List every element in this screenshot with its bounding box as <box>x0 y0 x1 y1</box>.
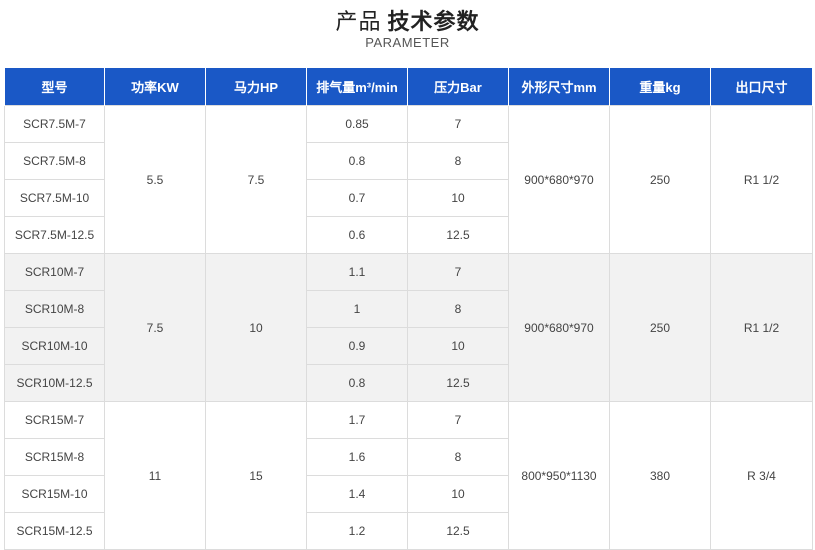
displacement-cell: 1.6 <box>306 438 408 476</box>
power-cell: 11 <box>104 401 206 550</box>
displacement-cell: 1 <box>306 290 408 328</box>
model-cell: SCR10M-10 <box>4 327 105 365</box>
displacement-cell: 0.9 <box>306 327 408 365</box>
outlet-cell: R 3/4 <box>710 401 813 550</box>
power-cell: 7.5 <box>104 253 206 402</box>
hp-col-header: 马力HP <box>205 68 307 106</box>
pressure-cell: 8 <box>407 438 509 476</box>
model-cell: SCR10M-12.5 <box>4 364 105 402</box>
displacement-cell: 1.1 <box>306 253 408 291</box>
displacement-cell: 1.2 <box>306 512 408 550</box>
model-cell: SCR15M-7 <box>4 401 105 439</box>
model-cell: SCR10M-7 <box>4 253 105 291</box>
dimensions-cell: 900*680*970 <box>508 253 610 402</box>
displacement-cell: 0.85 <box>306 105 408 143</box>
weight-col-header: 重量kg <box>609 68 711 106</box>
power-col-header: 功率KW <box>104 68 206 106</box>
weight-cell: 380 <box>609 401 711 550</box>
page-title-prefix: 产品 <box>335 10 382 35</box>
hp-cell: 10 <box>205 253 307 402</box>
displacement-cell: 0.6 <box>306 216 408 254</box>
pressure-cell: 8 <box>407 142 509 180</box>
pressure-cell: 7 <box>407 401 509 439</box>
model-group: SCR10M-7 7.5 10 1.1 7 900*680*970 250 R1 1/2 SCR… <box>4 253 813 402</box>
pressure-col-header: 压力Bar <box>407 68 509 106</box>
pressure-cell: 7 <box>407 253 509 291</box>
outlet-cell: R1 1/2 <box>710 253 813 402</box>
outlet-cell: R1 1/2 <box>710 105 813 254</box>
displacement-cell: 0.8 <box>306 142 408 180</box>
table-row: SCR10M-7 7.5 10 1.1 7 900*680*970 250 R1 1/2 <box>4 253 813 402</box>
model-col-header: 型号 <box>4 68 105 106</box>
displacement-col-header: 排气量m³/min <box>306 68 408 106</box>
model-cell: SCR15M-10 <box>4 475 105 513</box>
pressure-cell: 10 <box>407 327 509 365</box>
header-row: 型号 功率KW 马力HP 排气量m³/min 压力Bar 外形尺寸mm 重量kg 出口尺寸 <box>4 68 813 106</box>
pressure-cell: 12.5 <box>407 364 509 402</box>
pressure-cell: 12.5 <box>407 216 509 254</box>
model-group: SCR7.5M-7 5.5 7.5 0.85 7 900*680*970 250 R1 1/2… <box>4 105 813 254</box>
pressure-cell: 7 <box>407 105 509 143</box>
page-subtitle: PARAMETER <box>365 35 450 50</box>
table-header: 型号 功率KW 马力HP 排气量m³/min 压力Bar 外形尺寸mm 重量kg 出口尺寸 <box>4 68 813 106</box>
displacement-cell: 0.7 <box>306 179 408 217</box>
model-cell: SCR7.5M-7 <box>4 105 105 143</box>
model-cell: SCR15M-12.5 <box>4 512 105 550</box>
weight-cell: 250 <box>609 105 711 254</box>
dimensions-col-header: 外形尺寸mm <box>508 68 610 106</box>
page-title: 产品 技术参数 <box>0 4 815 36</box>
hp-cell: 15 <box>205 401 307 550</box>
model-cell: SCR7.5M-10 <box>4 179 105 217</box>
table-row: SCR15M-7 11 15 1.7 7 800*950*1130 380 R 3/4 <box>4 401 813 550</box>
model-cell: SCR7.5M-12.5 <box>4 216 105 254</box>
pressure-cell: 10 <box>407 475 509 513</box>
weight-cell: 250 <box>609 253 711 402</box>
model-cell: SCR10M-8 <box>4 290 105 328</box>
pressure-cell: 10 <box>407 179 509 217</box>
displacement-cell: 1.4 <box>306 475 408 513</box>
displacement-cell: 0.8 <box>306 364 408 402</box>
power-cell: 5.5 <box>104 105 206 254</box>
hp-cell: 7.5 <box>205 105 307 254</box>
dimensions-cell: 800*950*1130 <box>508 401 610 550</box>
model-cell: SCR15M-8 <box>4 438 105 476</box>
pressure-cell: 12.5 <box>407 512 509 550</box>
displacement-cell: 1.7 <box>306 401 408 439</box>
model-group: SCR15M-7 11 15 1.7 7 800*950*1130 380 R 3/4 SCR1… <box>4 401 813 550</box>
parameter-table: 型号 功率KW 马力HP 排气量m³/min 压力Bar 外形尺寸mm 重量kg 出口尺寸 S… <box>4 68 813 550</box>
dimensions-cell: 900*680*970 <box>508 105 610 254</box>
model-cell: SCR7.5M-8 <box>4 142 105 180</box>
pressure-cell: 8 <box>407 290 509 328</box>
outlet-col-header: 出口尺寸 <box>710 68 813 106</box>
page-title-main: 技术参数 <box>387 10 480 35</box>
table-row: SCR7.5M-7 5.5 7.5 0.85 7 900*680*970 250 R1 1/2 <box>4 105 813 254</box>
